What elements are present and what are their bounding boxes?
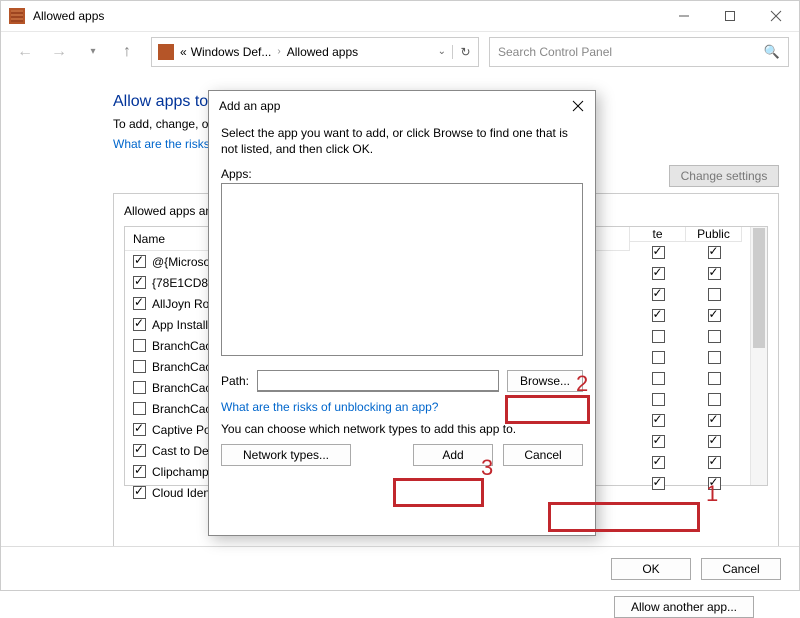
- row-enable-checkbox[interactable]: [133, 381, 146, 394]
- public-checkbox[interactable]: [708, 267, 721, 280]
- nav-up-button[interactable]: ↑: [113, 38, 141, 66]
- navbar: ← → ▾ ↑ « Windows Def... › Allowed apps …: [1, 31, 799, 71]
- path-label: Path:: [221, 374, 249, 388]
- public-checkbox[interactable]: [708, 330, 721, 343]
- row-enable-checkbox[interactable]: [133, 276, 146, 289]
- public-checkbox[interactable]: [708, 372, 721, 385]
- add-app-dialog: Add an app Select the app you want to ad…: [208, 90, 596, 536]
- private-checkbox[interactable]: [652, 288, 665, 301]
- dialog-cancel-button[interactable]: Cancel: [503, 444, 583, 466]
- private-checkbox[interactable]: [652, 456, 665, 469]
- breadcrumb-part2[interactable]: Allowed apps: [287, 45, 358, 59]
- row-enable-checkbox[interactable]: [133, 423, 146, 436]
- private-checkbox[interactable]: [652, 351, 665, 364]
- nav-recent-dropdown[interactable]: ▾: [79, 38, 107, 66]
- public-checkbox[interactable]: [708, 246, 721, 259]
- public-checkbox[interactable]: [708, 393, 721, 406]
- browse-button[interactable]: Browse...: [507, 370, 583, 392]
- public-checkbox[interactable]: [708, 309, 721, 322]
- row-label: Clipchamp: [152, 465, 209, 479]
- private-checkbox[interactable]: [652, 246, 665, 259]
- public-checkbox[interactable]: [708, 288, 721, 301]
- maximize-button[interactable]: [707, 1, 753, 31]
- risks-link[interactable]: What are the risks: [113, 137, 210, 151]
- annotation-number-1: 1: [706, 481, 718, 507]
- row-label: Cloud Identi: [152, 486, 216, 500]
- row-enable-checkbox[interactable]: [133, 402, 146, 415]
- change-settings-button[interactable]: Change settings: [669, 165, 779, 187]
- row-enable-checkbox[interactable]: [133, 339, 146, 352]
- search-input[interactable]: Search Control Panel 🔍: [489, 37, 789, 67]
- search-icon: 🔍: [764, 44, 780, 60]
- private-checkbox[interactable]: [652, 477, 665, 490]
- titlebar: Allowed apps: [1, 1, 799, 31]
- dialog-titlebar: Add an app: [209, 91, 595, 121]
- cancel-button[interactable]: Cancel: [701, 558, 781, 580]
- nav-forward-button[interactable]: →: [45, 38, 73, 66]
- table-scrollbar[interactable]: [750, 227, 767, 485]
- firewall-icon: [9, 8, 25, 24]
- public-checkbox[interactable]: [708, 456, 721, 469]
- row-enable-checkbox[interactable]: [133, 255, 146, 268]
- private-checkbox[interactable]: [652, 393, 665, 406]
- breadcrumb-part1[interactable]: Windows Def...: [191, 45, 272, 59]
- firewall-icon: [158, 44, 174, 60]
- private-checkbox[interactable]: [652, 372, 665, 385]
- window-controls: [661, 1, 799, 31]
- dialog-instruction: Select the app you want to add, or click…: [221, 125, 583, 157]
- row-enable-checkbox[interactable]: [133, 360, 146, 373]
- nav-back-button[interactable]: ←: [11, 38, 39, 66]
- private-checkbox[interactable]: [652, 414, 665, 427]
- annotation-number-2: 2: [576, 371, 588, 397]
- private-checkbox[interactable]: [652, 309, 665, 322]
- apps-label: Apps:: [221, 167, 583, 181]
- private-checkbox[interactable]: [652, 330, 665, 343]
- search-placeholder: Search Control Panel: [498, 45, 612, 59]
- window-title: Allowed apps: [33, 9, 661, 23]
- dialog-risks-link[interactable]: What are the risks of unblocking an app?: [221, 400, 583, 414]
- network-types-button[interactable]: Network types...: [221, 444, 351, 466]
- allowed-apps-window: Allowed apps ← → ▾ ↑ « Windows Def... › …: [0, 0, 800, 591]
- private-checkbox[interactable]: [652, 435, 665, 448]
- ok-button[interactable]: OK: [611, 558, 691, 580]
- minimize-button[interactable]: [661, 1, 707, 31]
- private-checkbox[interactable]: [652, 267, 665, 280]
- breadcrumb-root-marker: «: [180, 45, 187, 59]
- path-input[interactable]: [257, 370, 499, 392]
- column-private-header[interactable]: te: [630, 227, 686, 242]
- row-enable-checkbox[interactable]: [133, 318, 146, 331]
- dialog-title: Add an app: [219, 99, 280, 113]
- row-enable-checkbox[interactable]: [133, 465, 146, 478]
- row-enable-checkbox[interactable]: [133, 486, 146, 499]
- close-button[interactable]: [753, 1, 799, 31]
- column-public-header[interactable]: Public: [686, 227, 742, 242]
- row-enable-checkbox[interactable]: [133, 444, 146, 457]
- annotation-number-3: 3: [481, 455, 493, 481]
- bottom-bar: OK Cancel: [1, 546, 799, 590]
- network-types-text: You can choose which network types to ad…: [221, 422, 583, 436]
- public-checkbox[interactable]: [708, 414, 721, 427]
- apps-listbox[interactable]: [221, 183, 583, 356]
- refresh-button[interactable]: ↻: [452, 45, 472, 59]
- public-checkbox[interactable]: [708, 435, 721, 448]
- breadcrumb-dropdown[interactable]: ⌄: [438, 46, 446, 57]
- chevron-right-icon: ›: [277, 46, 280, 57]
- dialog-close-button[interactable]: [567, 95, 589, 117]
- row-enable-checkbox[interactable]: [133, 297, 146, 310]
- allow-another-app-button[interactable]: Allow another app...: [614, 596, 754, 618]
- breadcrumb[interactable]: « Windows Def... › Allowed apps ⌄ ↻: [151, 37, 479, 67]
- public-checkbox[interactable]: [708, 351, 721, 364]
